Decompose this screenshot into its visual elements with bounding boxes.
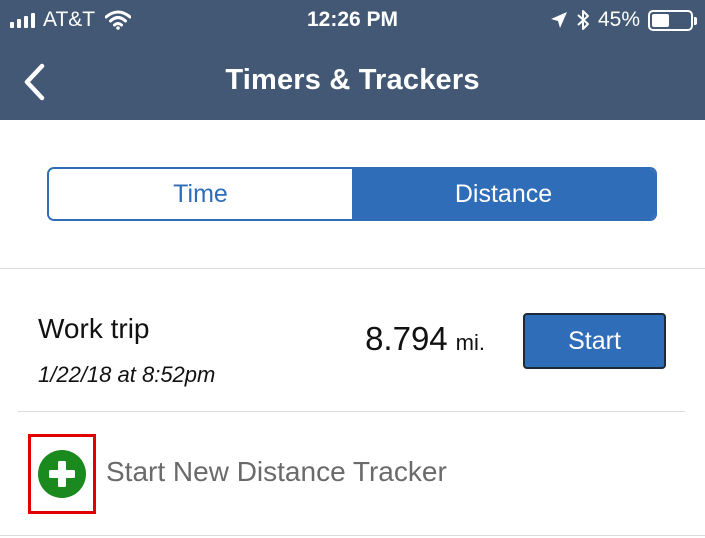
page-title: Timers & Trackers — [225, 64, 480, 96]
distance-unit: mi. — [455, 330, 485, 355]
plus-circle-icon[interactable] — [38, 450, 86, 498]
status-right: 45% — [550, 8, 697, 32]
segmented-control: Time Distance — [47, 167, 657, 221]
bluetooth-icon — [577, 10, 589, 30]
start-button[interactable]: Start — [523, 313, 666, 369]
location-arrow-icon — [550, 12, 567, 28]
tracker-date: 1/22/18 at 8:52pm — [38, 362, 216, 387]
status-left: AT&T — [10, 8, 132, 32]
segment-time[interactable]: Time — [49, 169, 352, 219]
plus-icon — [49, 461, 75, 487]
status-bar: AT&T 12:26 PM 45% — [0, 0, 705, 40]
tracker-distance: 8.794 mi. — [365, 320, 485, 358]
tracker-name: Work trip — [38, 313, 150, 344]
battery-icon — [648, 9, 697, 31]
distance-value: 8.794 — [365, 320, 448, 357]
battery-percent: 45% — [597, 8, 640, 31]
segment-distance[interactable]: Distance — [352, 169, 655, 219]
add-distance-tracker-row[interactable]: Start New Distance Tracker — [28, 434, 688, 514]
wifi-icon — [105, 10, 132, 30]
row-divider — [18, 411, 685, 412]
battery-nub — [694, 16, 697, 25]
add-tracker-label: Start New Distance Tracker — [106, 456, 447, 487]
carrier-name: AT&T — [43, 8, 96, 31]
battery-level-fill — [652, 13, 669, 27]
bottom-divider — [0, 535, 705, 536]
app-header: AT&T 12:26 PM 45% Timers & Trackers — [0, 0, 705, 120]
section-divider — [0, 268, 705, 269]
signal-icon — [10, 12, 35, 28]
